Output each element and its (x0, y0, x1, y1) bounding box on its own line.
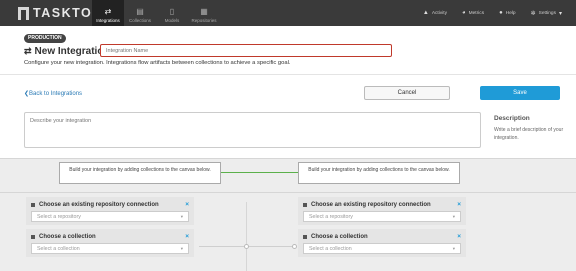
nav-help-label: Help (505, 10, 516, 16)
page-title-row: ⇄ New Integration (24, 45, 110, 57)
panel-title: Choose a collection (311, 233, 368, 240)
environment-badge: PRODUCTION (24, 34, 66, 43)
canvas-prompt-right: Build your integration by adding collect… (298, 162, 460, 184)
collection-select[interactable]: Select a collection ▾ (303, 243, 461, 254)
nav-tab-label: Collections (128, 18, 151, 23)
repository-icon (31, 202, 35, 207)
settings-icon: ✲ (530, 10, 536, 17)
panel-title: Choose an existing repository connection (311, 201, 431, 208)
description-textarea[interactable] (24, 112, 481, 148)
panel-header: Choose a collection × (303, 232, 461, 241)
collections-icon: ▤ (136, 7, 144, 16)
nav-activity[interactable]: ▲ Activity (423, 10, 447, 16)
nav-settings-label: Settings (538, 10, 556, 16)
help-icon: ● (499, 10, 503, 16)
chevron-down-icon: ▾ (180, 245, 183, 251)
integrations-icon: ⇄ (104, 7, 112, 16)
canvas-divider (0, 192, 576, 193)
panel-header: Choose a collection × (31, 232, 189, 241)
panel-title: Choose an existing repository connection (39, 201, 159, 208)
header-divider (0, 74, 576, 75)
nav-tab-label: Integrations (96, 18, 120, 23)
repository-icon (303, 202, 307, 207)
nav-settings[interactable]: ✲ Settings ▾ (531, 10, 562, 17)
right-repository-panel: Choose an existing repository connection… (298, 197, 466, 225)
nav-metrics-label: Metrics (468, 10, 485, 16)
cancel-button[interactable]: Cancel (364, 86, 450, 100)
chevron-down-icon: ▾ (558, 10, 562, 17)
metrics-icon: ◕ (462, 10, 466, 16)
nav-activity-label: Activity (431, 10, 448, 16)
save-button[interactable]: Save (480, 86, 560, 100)
back-to-integrations-link[interactable]: ❮Back to Integrations (24, 90, 82, 97)
integration-name-input[interactable] (100, 44, 392, 57)
chevron-down-icon: ▾ (452, 245, 455, 251)
close-icon[interactable]: × (185, 233, 189, 240)
description-help-text: Write a brief description of your integr… (494, 127, 564, 141)
close-icon[interactable]: × (457, 233, 461, 240)
collection-icon (303, 234, 307, 239)
close-icon[interactable]: × (185, 201, 189, 208)
page-subtitle: Configure your new integration. Integrat… (24, 60, 291, 66)
canvas-center-line (246, 202, 247, 271)
repository-select[interactable]: Select a repository ▾ (303, 211, 461, 222)
nav-tab-collections[interactable]: ▤ Collections (124, 0, 156, 26)
panel-header: Choose an existing repository connection… (303, 200, 461, 209)
select-placeholder: Select a repository (309, 213, 353, 220)
left-collection-panel: Choose a collection × Select a collectio… (26, 229, 194, 257)
select-placeholder: Select a collection (309, 245, 352, 252)
canvas-prompt-left: Build your integration by adding collect… (59, 162, 221, 184)
left-repository-panel: Choose an existing repository connection… (26, 197, 194, 225)
collection-icon (31, 234, 35, 239)
select-placeholder: Select a repository (37, 213, 81, 220)
top-nav: TASKTOP ⇄ Integrations ▤ Collections ▯ M… (0, 0, 576, 26)
back-link-label: Back to Integrations (29, 91, 83, 97)
chevron-down-icon: ▾ (452, 213, 455, 219)
page-title: New Integration (34, 45, 110, 57)
models-icon: ▯ (169, 7, 175, 16)
main-nav-tabs: ⇄ Integrations ▤ Collections ▯ Models ▦ … (92, 0, 220, 26)
nav-help[interactable]: ● Help (499, 10, 516, 16)
nav-tab-models[interactable]: ▯ Models (156, 0, 188, 26)
nav-tab-repositories[interactable]: ▦ Repositories (188, 0, 220, 26)
flow-connector-line (221, 172, 298, 173)
close-icon[interactable]: × (457, 201, 461, 208)
right-collection-panel: Choose a collection × Select a collectio… (298, 229, 466, 257)
nav-metrics[interactable]: ◕ Metrics (462, 10, 484, 16)
description-help-title: Description (494, 115, 530, 122)
collection-select[interactable]: Select a collection ▾ (31, 243, 189, 254)
select-placeholder: Select a collection (37, 245, 80, 252)
tasktop-logo[interactable]: TASKTOP (18, 5, 102, 21)
nav-right-menu: ▲ Activity ◕ Metrics ● Help ✲ Settings ▾ (423, 0, 562, 26)
repository-select[interactable]: Select a repository ▾ (31, 211, 189, 222)
nav-tab-label: Repositories (191, 18, 217, 23)
nav-tab-label: Models (164, 18, 180, 23)
link-dot-left[interactable] (244, 244, 249, 249)
panel-header: Choose an existing repository connection… (31, 200, 189, 209)
integration-arrows-icon: ⇄ (24, 45, 32, 56)
link-dot-right[interactable] (292, 244, 297, 249)
chevron-down-icon: ▾ (180, 213, 183, 219)
panel-title: Choose a collection (39, 233, 96, 240)
repositories-icon: ▦ (200, 7, 208, 16)
logo-mark-icon (18, 6, 29, 20)
activity-icon: ▲ (422, 10, 429, 16)
nav-tab-integrations[interactable]: ⇄ Integrations (92, 0, 124, 26)
